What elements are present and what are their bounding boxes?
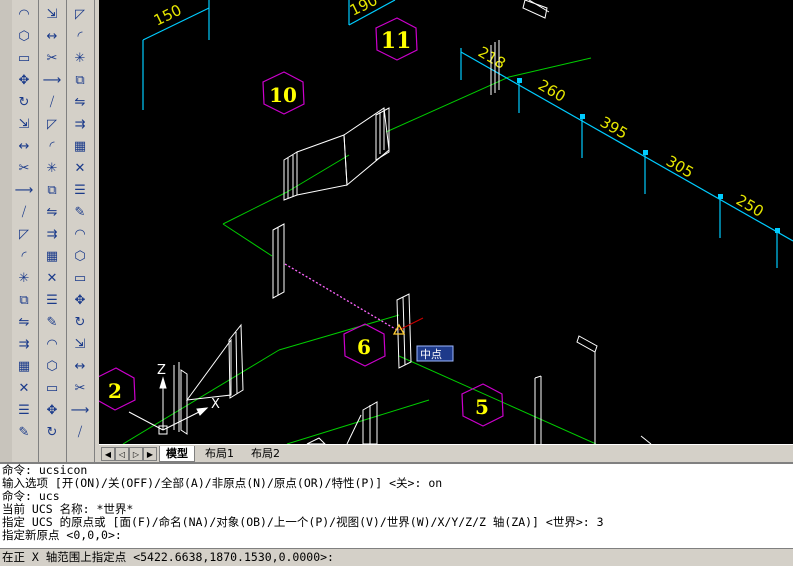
rotate-icon[interactable]: ◠ <box>70 224 90 244</box>
tab-last-button[interactable]: ▶ <box>143 447 157 461</box>
erase-icon[interactable]: ⇉ <box>42 224 62 244</box>
offset-icon[interactable]: ◜ <box>70 26 90 46</box>
modeling-toolbar: ⇲ ↔ ✂ ⟶ ⧸ ◸ ◜ ✳ ⧉ ⇋ ⇉ ▦ ✕ ☰ ✎ ◠ ⬡ ▭ ✥ ↻ <box>40 0 67 462</box>
dim-label-218: 218 <box>475 43 509 73</box>
copy-icon[interactable]: ◜ <box>42 136 62 156</box>
draw-toolbar: ◠ ⬡ ▭ ✥ ↻ ⇲ ↔ ✂ ⟶ ⧸ ◸ ◜ ✳ ⧉ ⇋ ⇉ ▦ ✕ ☰ ✎ <box>12 0 39 462</box>
match-icon[interactable]: ⇉ <box>70 114 90 134</box>
pipe-lines <box>122 57 597 444</box>
move-icon[interactable]: ⬡ <box>42 356 62 376</box>
rectangle-icon[interactable]: ◠ <box>42 334 62 354</box>
arc-icon[interactable]: ☰ <box>42 290 62 310</box>
break-icon[interactable]: ⇲ <box>70 334 90 354</box>
osnap-tooltip-text: 中点 <box>420 348 442 361</box>
fillet-icon[interactable]: ⧸ <box>42 92 62 112</box>
scale-icon[interactable]: ⇲ <box>14 114 34 134</box>
circle-label-6: 6 <box>357 335 371 359</box>
layout-tabs-bar: ◀ ◁ ▷ ▶ 模型 布局1 布局2 <box>99 444 793 463</box>
solids-toolbar: ◸ ◜ ✳ ⧉ ⇋ ⇉ ▦ ✕ ☰ ✎ ◠ ⬡ ▭ ✥ ↻ ⇲ ↔ ✂ ⟶ ⧸ <box>68 0 95 462</box>
array-icon[interactable]: ▦ <box>14 356 34 376</box>
match-icon[interactable]: ✎ <box>14 422 34 442</box>
arc-icon[interactable]: ◠ <box>14 4 34 24</box>
properties-icon[interactable]: ☰ <box>14 400 34 420</box>
explode-icon[interactable]: ◸ <box>42 114 62 134</box>
dim-label-395: 395 <box>597 113 631 143</box>
rotate-icon[interactable]: ▭ <box>42 378 62 398</box>
array-icon[interactable]: ✳ <box>70 48 90 68</box>
ucs-axis-x: X <box>211 397 220 412</box>
mirror-icon[interactable]: ✳ <box>42 158 62 178</box>
properties-icon[interactable]: ⇋ <box>70 92 90 112</box>
circle-label-10: 10 <box>269 83 297 107</box>
chamfer-icon[interactable]: ⟶ <box>42 70 62 90</box>
command-line: 输入选项 [开(ON)/关(OFF)/全部(A)/非原点(N)/原点(OR)/特… <box>2 476 443 490</box>
move-icon[interactable]: ✥ <box>14 70 34 90</box>
extend-icon[interactable]: ↔ <box>42 26 62 46</box>
move-icon[interactable]: ✎ <box>70 202 90 222</box>
scale-icon[interactable]: ⬡ <box>70 246 90 266</box>
trim-icon[interactable]: ⇲ <box>42 4 62 24</box>
tab-prev-button[interactable]: ◁ <box>115 447 129 461</box>
mirror-icon[interactable]: ⇋ <box>14 312 34 332</box>
rotate-icon[interactable]: ↻ <box>14 92 34 112</box>
stretch-icon[interactable]: ↔ <box>14 136 34 156</box>
trim-icon[interactable]: ✂ <box>14 158 34 178</box>
tab-layout1[interactable]: 布局1 <box>199 446 240 461</box>
circle-label-2: 2 <box>108 379 122 403</box>
ucs-icon <box>128 376 209 435</box>
break-icon[interactable]: ⧸ <box>14 202 34 222</box>
break-icon[interactable]: ✂ <box>42 48 62 68</box>
polygon-icon[interactable]: ✕ <box>70 158 90 178</box>
tab-first-button[interactable]: ◀ <box>101 447 115 461</box>
tab-next-button[interactable]: ▷ <box>129 447 143 461</box>
properties-icon[interactable]: ▦ <box>42 246 62 266</box>
explode-icon[interactable]: ⟶ <box>70 400 90 420</box>
scale-icon[interactable]: ✥ <box>42 400 62 420</box>
array-icon[interactable]: ⇋ <box>42 202 62 222</box>
command-prompt[interactable]: 在正 X 轴范围上指定点 <5422.6638,1870.1530,0.0000… <box>0 548 793 566</box>
fillet-icon[interactable]: ◜ <box>14 246 34 266</box>
chamfer-icon[interactable]: ↔ <box>70 356 90 376</box>
offset-icon[interactable]: ⇉ <box>14 334 34 354</box>
tab-layout2[interactable]: 布局2 <box>245 446 286 461</box>
copy-icon[interactable]: ⧉ <box>14 290 34 310</box>
mirror-icon[interactable]: ◸ <box>70 4 90 24</box>
chamfer-icon[interactable]: ◸ <box>14 224 34 244</box>
trim-icon[interactable]: ✥ <box>70 290 90 310</box>
dim-label-260: 260 <box>535 76 569 106</box>
rectangle-icon[interactable]: ☰ <box>70 180 90 200</box>
snap-tracking-line <box>284 263 398 331</box>
dim-label-150: 150 <box>151 1 185 30</box>
cursor-crosshair <box>398 317 424 331</box>
osnap-tooltip: 中点 <box>416 345 454 362</box>
circle-label-5: 5 <box>475 395 489 419</box>
tab-model[interactable]: 模型 <box>159 446 195 462</box>
stretch-icon[interactable]: ↻ <box>42 422 62 442</box>
dimension-lines <box>142 0 793 268</box>
extend-icon[interactable]: ↻ <box>70 312 90 332</box>
extend-icon[interactable]: ⟶ <box>14 180 34 200</box>
command-line: 指定新原点 <0,0,0>: <box>2 528 122 542</box>
pipe-fittings <box>173 0 652 444</box>
copy-icon[interactable]: ⧸ <box>70 422 90 442</box>
stretch-icon[interactable]: ▭ <box>70 268 90 288</box>
fillet-icon[interactable]: ✂ <box>70 378 90 398</box>
polygon-icon[interactable]: ✎ <box>42 312 62 332</box>
erase-icon[interactable]: ✕ <box>14 378 34 398</box>
offset-icon[interactable]: ⧉ <box>42 180 62 200</box>
arc-icon[interactable]: ▦ <box>70 136 90 156</box>
explode-icon[interactable]: ✳ <box>14 268 34 288</box>
drawing-canvas[interactable]: 150 190 218 260 395 305 250 11 10 6 2 5 … <box>99 0 793 444</box>
match-icon[interactable]: ✕ <box>42 268 62 288</box>
polygon-icon[interactable]: ⬡ <box>14 26 34 46</box>
circle-label-11: 11 <box>381 28 412 54</box>
rectangle-icon[interactable]: ▭ <box>14 48 34 68</box>
erase-icon[interactable]: ⧉ <box>70 70 90 90</box>
command-history[interactable]: 命令: ucsicon 输入选项 [开(ON)/关(OFF)/全部(A)/非原点… <box>0 462 793 548</box>
ucs-axis-z: Z <box>157 363 166 378</box>
